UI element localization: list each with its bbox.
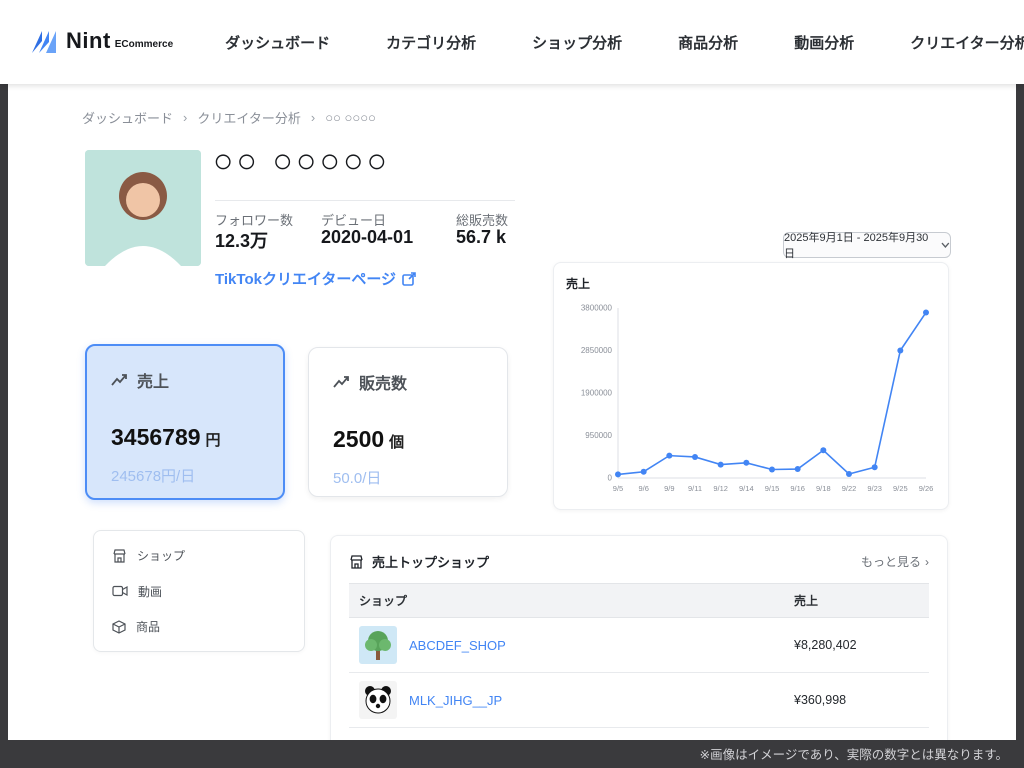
svg-text:9/18: 9/18 — [816, 484, 831, 493]
breadcrumb-dashboard[interactable]: ダッシュボード — [82, 108, 173, 127]
menu-item-shop[interactable]: ショップ — [112, 547, 286, 564]
svg-text:9/26: 9/26 — [919, 484, 934, 493]
nav-item-product[interactable]: 商品分析 — [678, 32, 738, 53]
svg-text:950000: 950000 — [585, 431, 612, 440]
svg-text:9/14: 9/14 — [739, 484, 754, 493]
sales-card-value: 3456789 — [111, 424, 201, 450]
svg-text:9/12: 9/12 — [713, 484, 728, 493]
sales-line-chart: 0 950000 1900000 2850000 3800000 9/5 9/6 9/9 9/1… — [581, 304, 934, 494]
top-shops-table: ショップ 売上 ABCDEF_SHOP ¥8,280,402 MLK_JIHG_… — [349, 583, 929, 728]
svg-text:3800000: 3800000 — [581, 304, 613, 313]
nav-item-dashboard[interactable]: ダッシュボード — [225, 32, 330, 53]
table-row[interactable]: MLK_JIHG__JP ¥360,998 — [349, 672, 929, 728]
main-nav: ダッシュボード カテゴリ分析 ショップ分析 商品分析 動画分析 クリエイター分析 — [225, 32, 1024, 53]
creator-name: ○○ ○○○○○ — [213, 142, 391, 180]
debut-value: 2020-04-01 — [321, 227, 414, 247]
sales-chart-card: 売上 0 950000 1900000 2850000 3800000 9/5 9/6 9/9… — [553, 262, 949, 510]
brand-logo[interactable]: Nint ECommerce — [30, 29, 173, 55]
nav-item-shop[interactable]: ショップ分析 — [532, 32, 622, 53]
svg-text:9/9: 9/9 — [664, 484, 674, 493]
chevron-down-icon — [941, 242, 950, 248]
nav-item-category[interactable]: カテゴリ分析 — [386, 32, 476, 53]
storefront-icon — [113, 548, 126, 563]
nint-logo-icon — [32, 31, 56, 53]
svg-text:9/25: 9/25 — [893, 484, 908, 493]
svg-text:9/15: 9/15 — [765, 484, 780, 493]
nav-item-video[interactable]: 動画分析 — [794, 32, 854, 53]
creator-avatar — [85, 150, 201, 266]
chevron-right-icon: › — [183, 110, 188, 125]
breadcrumb: ダッシュボード › クリエイター分析 › ○○ ○○○○ — [82, 108, 376, 127]
svg-text:1900000: 1900000 — [581, 389, 613, 398]
shop-link[interactable]: MLK_JIHG__JP — [409, 693, 502, 708]
top-shops-title-row: 売上トップショップ — [349, 552, 489, 571]
chevron-right-icon: › — [925, 554, 929, 569]
trend-line-icon — [333, 376, 349, 388]
trend-line-icon — [111, 374, 127, 386]
svg-text:9/11: 9/11 — [688, 484, 702, 493]
followers-value: 12.3万 — [215, 231, 269, 251]
entity-menu-card: ショップ 動画 商品 — [93, 530, 305, 652]
shop-avatar-tree — [359, 626, 397, 664]
page-content: ダッシュボード › クリエイター分析 › ○○ ○○○○ ○○ ○○○○○ フォ… — [8, 84, 1016, 740]
total-sales-value: 56.7 k — [456, 227, 507, 247]
sales-card-label: 売上 — [137, 374, 170, 391]
svg-text:9/16: 9/16 — [790, 484, 805, 493]
units-per-day: 50.0/日 — [333, 470, 382, 487]
image-disclaimer-note: ※画像はイメージであり、実際の数字とは異なります。 — [699, 748, 1008, 762]
see-more-link[interactable]: もっと見る › — [861, 553, 929, 570]
units-card-label: 販売数 — [359, 376, 408, 393]
sales-card-unit: 円 — [205, 432, 221, 449]
shop-sales-value: ¥8,280,402 — [784, 617, 929, 673]
column-header-sales: 売上 — [784, 583, 929, 618]
table-row[interactable]: ABCDEF_SHOP ¥8,280,402 — [349, 617, 929, 673]
svg-text:0: 0 — [608, 474, 613, 483]
menu-item-product-label: 商品 — [136, 620, 161, 634]
breadcrumb-creator-analysis[interactable]: クリエイター分析 — [197, 108, 300, 127]
menu-item-video[interactable]: 動画 — [112, 583, 286, 600]
svg-text:2850000: 2850000 — [581, 346, 613, 355]
external-link-icon — [402, 271, 416, 286]
menu-item-video-label: 動画 — [138, 584, 163, 599]
brand-sub: ECommerce — [114, 39, 174, 50]
shop-link[interactable]: ABCDEF_SHOP — [409, 638, 506, 653]
chevron-right-icon: › — [310, 110, 316, 125]
nav-item-creator[interactable]: クリエイター分析 — [910, 32, 1024, 53]
tiktok-link-label: TikTokクリエイターページ — [215, 271, 397, 288]
svg-text:9/6: 9/6 — [638, 484, 648, 493]
sales-per-day: 245678円/日 — [111, 468, 196, 485]
breadcrumb-creator-name: ○○ ○○○○ — [325, 110, 376, 125]
units-card-unit: 個 — [389, 434, 405, 451]
top-shops-card: 売上トップショップ もっと見る › ショップ 売上 ABCDEF_SHOP ¥8… — [330, 535, 948, 740]
tiktok-creator-page-link[interactable]: TikTokクリエイターページ — [215, 268, 416, 289]
menu-item-product[interactable]: 商品 — [112, 618, 286, 635]
units-metric-card[interactable]: 販売数 2500 個 50.0/日 — [308, 347, 508, 497]
chart-title: 売上 — [566, 277, 591, 291]
video-camera-icon — [112, 585, 128, 597]
sales-metric-card[interactable]: 売上 3456789 円 245678円/日 — [85, 344, 285, 500]
date-range-selector[interactable]: 2025年9月1日 - 2025年9月30日 — [783, 232, 951, 260]
storefront-icon — [350, 554, 363, 569]
top-shops-title: 売上トップショップ — [372, 555, 490, 570]
package-box-icon — [112, 619, 126, 634]
column-header-shop: ショップ — [349, 583, 784, 618]
shop-avatar-panda — [359, 681, 397, 719]
top-nav: Nint ECommerce ダッシュボード カテゴリ分析 ショップ分析 商品分… — [0, 0, 1024, 84]
see-more-label: もっと見る — [860, 555, 921, 569]
units-card-value: 2500 — [333, 426, 385, 452]
brand-name: Nint — [66, 28, 111, 53]
shop-sales-value: ¥360,998 — [784, 672, 929, 728]
creator-photo-placeholder — [85, 150, 201, 266]
svg-text:9/22: 9/22 — [842, 484, 857, 493]
svg-text:9/23: 9/23 — [867, 484, 882, 493]
date-range-value: 2025年9月1日 - 2025年9月30日 — [784, 232, 929, 260]
svg-text:9/5: 9/5 — [613, 484, 623, 493]
divider — [215, 200, 515, 201]
menu-item-shop-label: ショップ — [137, 549, 186, 563]
